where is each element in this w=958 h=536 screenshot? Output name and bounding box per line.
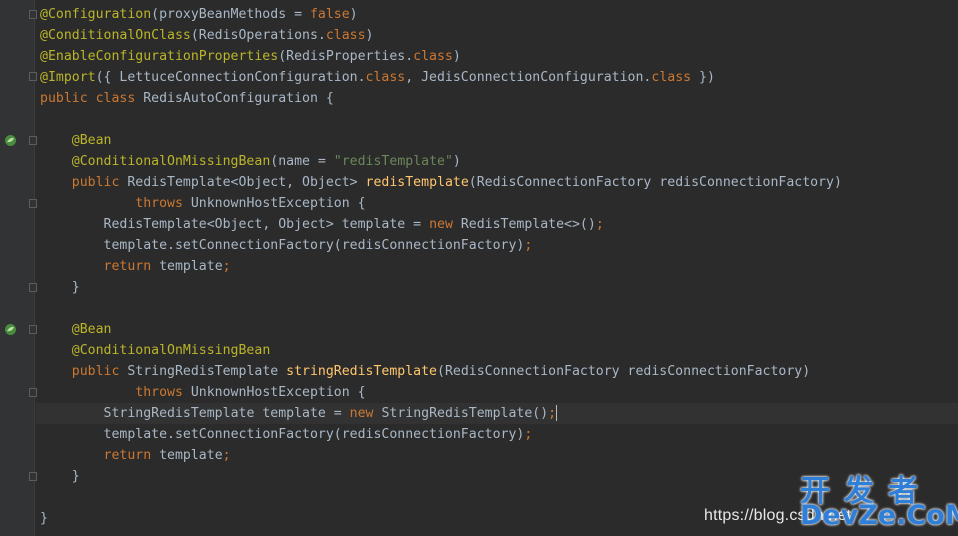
code-line[interactable]: @EnableConfigurationProperties(RedisProp… xyxy=(36,46,958,67)
semicolon: ; xyxy=(548,406,557,421)
code-text: UnknownHostException { xyxy=(182,196,366,211)
code-line[interactable]: @ConditionalOnClass(RedisOperations.clas… xyxy=(36,25,958,46)
code-line[interactable]: throws UnknownHostException { xyxy=(36,193,958,214)
code-line[interactable]: template.setConnectionFactory(redisConne… xyxy=(36,424,958,445)
spring-bean-icon[interactable] xyxy=(4,134,17,147)
code-line[interactable]: template.setConnectionFactory(redisConne… xyxy=(36,235,958,256)
annotation: @ConditionalOnMissingBean xyxy=(71,343,271,358)
code-line[interactable]: @Bean xyxy=(36,130,958,151)
code-text: StringRedisTemplate template = xyxy=(103,406,350,421)
code-line[interactable]: @Import({ LettuceConnectionConfiguration… xyxy=(36,67,958,88)
code-text: (RedisConnectionFactory redisConnectionF… xyxy=(437,364,811,379)
code-text: ) xyxy=(452,154,461,169)
code-text: StringRedisTemplate xyxy=(119,364,287,379)
code-line[interactable]: public class RedisAutoConfiguration { xyxy=(36,88,958,109)
annotation: @EnableConfigurationProperties xyxy=(40,49,279,64)
text-caret xyxy=(556,405,558,421)
code-line[interactable] xyxy=(36,109,958,130)
semicolon: ; xyxy=(524,427,533,442)
annotation: @Bean xyxy=(71,133,112,148)
spring-bean-icon[interactable] xyxy=(4,323,17,336)
method-name: redisTemplate xyxy=(365,175,469,190)
code-line[interactable]: RedisTemplate<Object, Object> template =… xyxy=(36,214,958,235)
keyword: public xyxy=(40,91,88,106)
annotation: @Configuration xyxy=(40,7,152,22)
code-text: }) xyxy=(691,70,715,85)
code-line[interactable] xyxy=(36,298,958,319)
code-text: template.setConnectionFactory(redisConne… xyxy=(103,238,525,253)
code-text: } xyxy=(71,280,80,295)
code-line[interactable]: @ConditionalOnMissingBean(name = "redisT… xyxy=(36,151,958,172)
annotation: @Import xyxy=(40,70,96,85)
code-line[interactable]: @Bean xyxy=(36,319,958,340)
keyword: class xyxy=(325,28,366,43)
code-line[interactable]: return template; xyxy=(36,445,958,466)
annotation: @ConditionalOnClass xyxy=(40,28,191,43)
code-line[interactable]: @ConditionalOnMissingBean xyxy=(36,340,958,361)
keyword: class xyxy=(365,70,406,85)
code-text: } xyxy=(40,511,48,526)
keyword: return xyxy=(103,259,152,274)
code-line[interactable]: @Configuration(proxyBeanMethods = false) xyxy=(36,4,958,25)
semicolon: ; xyxy=(222,259,231,274)
editor-gutter xyxy=(0,0,37,536)
semicolon: ; xyxy=(524,238,533,253)
code-text: RedisTemplate<Object, Object> xyxy=(119,175,366,190)
code-text: ({ LettuceConnectionConfiguration. xyxy=(95,70,366,85)
code-line[interactable]: public RedisTemplate<Object, Object> red… xyxy=(36,172,958,193)
code-text: template.setConnectionFactory(redisConne… xyxy=(103,427,525,442)
current-code-line[interactable]: StringRedisTemplate template = new Strin… xyxy=(36,403,958,424)
code-text: (RedisOperations. xyxy=(190,28,326,43)
code-line[interactable]: } xyxy=(36,277,958,298)
code-line[interactable]: throws UnknownHostException { xyxy=(36,382,958,403)
code-text: template xyxy=(151,259,223,274)
code-text: RedisTemplate<Object, Object> template = xyxy=(103,217,430,232)
keyword: class xyxy=(651,70,692,85)
code-text: (proxyBeanMethods = xyxy=(151,7,310,22)
keyword: class xyxy=(413,49,453,64)
annotation: @Bean xyxy=(71,322,112,337)
watermark-logo-en: DevZe.CoM xyxy=(800,500,958,531)
annotation: @ConditionalOnMissingBean xyxy=(71,154,271,169)
code-text: (RedisProperties. xyxy=(278,49,414,64)
code-text: RedisAutoConfiguration { xyxy=(135,91,334,106)
code-line[interactable]: public StringRedisTemplate stringRedisTe… xyxy=(36,361,958,382)
keyword: new xyxy=(349,406,374,421)
code-editor[interactable]: @Configuration(proxyBeanMethods = false)… xyxy=(36,4,958,536)
keyword: throws xyxy=(135,196,183,211)
keyword: public xyxy=(71,175,120,190)
code-text: template xyxy=(151,448,223,463)
semicolon: ; xyxy=(222,448,231,463)
code-text: ) xyxy=(365,28,374,43)
keyword: throws xyxy=(135,385,183,400)
keyword: false xyxy=(309,7,350,22)
code-text: ) xyxy=(452,49,461,64)
code-text: ) xyxy=(349,7,358,22)
method-name: stringRedisTemplate xyxy=(286,364,437,379)
code-text: RedisTemplate<>() xyxy=(452,217,596,232)
keyword: public xyxy=(71,364,120,379)
code-text: (RedisConnectionFactory redisConnectionF… xyxy=(468,175,842,190)
keyword: class xyxy=(95,91,136,106)
string-literal: "redisTemplate" xyxy=(333,154,453,169)
code-text: , JedisConnectionConfiguration. xyxy=(405,70,652,85)
code-text: StringRedisTemplate() xyxy=(373,406,549,421)
code-text: } xyxy=(71,469,80,484)
keyword: return xyxy=(103,448,152,463)
keyword: new xyxy=(429,217,453,232)
code-text: (name = xyxy=(270,154,334,169)
code-line[interactable]: return template; xyxy=(36,256,958,277)
code-text: UnknownHostException { xyxy=(182,385,366,400)
semicolon: ; xyxy=(595,217,604,232)
